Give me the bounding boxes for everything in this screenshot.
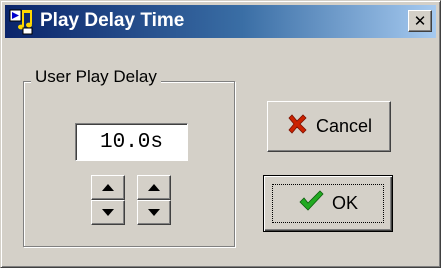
user-play-delay-group bbox=[23, 81, 235, 247]
spinner-left-up-button[interactable] bbox=[91, 175, 125, 200]
spinner-left-down-button[interactable] bbox=[91, 200, 125, 225]
delay-value-display[interactable]: 10.0s bbox=[75, 123, 188, 161]
close-icon: ✕ bbox=[413, 11, 427, 30]
delay-spinner-left bbox=[91, 175, 125, 225]
spinner-right-up-button[interactable] bbox=[137, 175, 171, 200]
arrow-up-icon bbox=[102, 184, 114, 191]
window-title: Play Delay Time bbox=[40, 10, 185, 31]
delay-spinner-right bbox=[137, 175, 171, 225]
close-button[interactable]: ✕ bbox=[408, 10, 432, 32]
red-x-icon bbox=[286, 113, 308, 140]
cancel-button[interactable]: Cancel bbox=[267, 101, 391, 152]
focus-rectangle bbox=[272, 184, 384, 223]
arrow-down-icon bbox=[148, 209, 160, 216]
cancel-button-label: Cancel bbox=[315, 116, 373, 136]
ok-button-label: OK bbox=[331, 193, 358, 213]
music-note-icon bbox=[9, 9, 35, 35]
ok-button[interactable]: OK bbox=[263, 175, 393, 232]
group-label: User Play Delay bbox=[31, 67, 161, 87]
spinner-right-down-button[interactable] bbox=[137, 200, 171, 225]
title-bar[interactable]: Play Delay Time ✕ bbox=[5, 5, 436, 38]
arrow-up-icon bbox=[148, 184, 160, 191]
dialog-window: Play Delay Time ✕ User Play Delay 10.0s … bbox=[0, 0, 441, 268]
arrow-down-icon bbox=[102, 209, 114, 216]
